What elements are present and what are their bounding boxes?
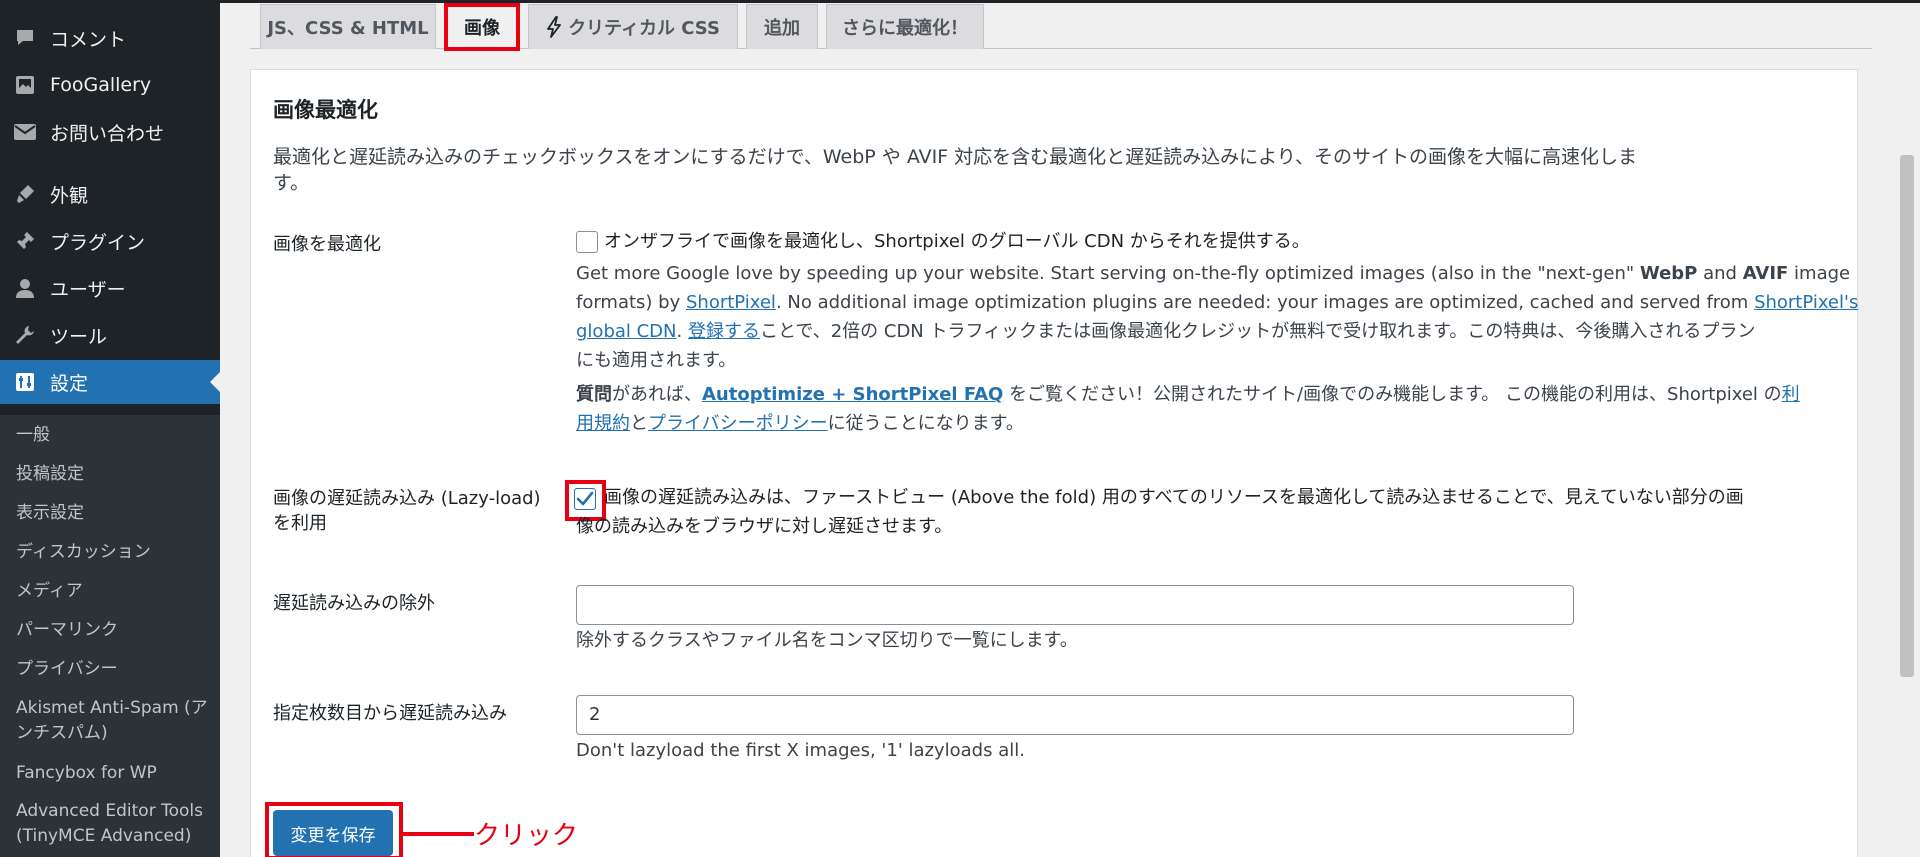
submenu-item[interactable]: Akismet Anti-Spam (アンチスパム)	[16, 696, 212, 746]
submenu-item[interactable]: メディア	[16, 579, 212, 604]
tab-extra[interactable]: 追加	[746, 4, 818, 49]
terms-link[interactable]: 利	[1782, 384, 1800, 405]
section-description-line1: 最適化と遅延読み込みのチェックボックスをオンにするだけで、WebP や AVIF…	[273, 146, 1638, 168]
lazyload-description-line2: 像の読み込みをブラウザに対し遅延させます。	[576, 516, 953, 537]
lightning-icon	[546, 16, 562, 38]
lazyload-from-nth-label: 指定枚数目から遅延読み込み	[273, 703, 507, 724]
tab-critical-css[interactable]: クリティカル CSS	[528, 4, 738, 49]
lazyload-label-line1: 画像の遅延読み込み (Lazy-load)	[273, 488, 541, 509]
annotation-click-label: クリック	[474, 821, 579, 851]
tab-label: 追加	[764, 18, 800, 39]
menu-label: 設定	[50, 372, 89, 395]
shortpixel-cdn-link[interactable]: ShortPixel's	[1754, 292, 1858, 313]
menu-label: ツール	[50, 325, 108, 348]
tab-label: さらに最適化！	[842, 18, 968, 39]
page-scrollbar[interactable]	[1900, 155, 1914, 677]
gallery-icon	[0, 74, 50, 96]
comment-icon	[0, 27, 50, 49]
tab-label: クリティカル CSS	[568, 18, 720, 39]
lazyload-from-nth-help: Don't lazyload the first X images, '1' l…	[576, 740, 1025, 761]
tab-optimize-more[interactable]: さらに最適化！	[826, 4, 984, 49]
lazyload-exclude-label: 遅延読み込みの除外	[273, 593, 435, 614]
terms-link[interactable]: 用規約	[576, 413, 630, 434]
shortpixel-link[interactable]: ShortPixel	[686, 292, 776, 313]
optimize-images-checkbox[interactable]	[576, 231, 598, 253]
save-changes-button[interactable]: 変更を保存	[273, 810, 393, 856]
brush-icon	[0, 183, 50, 205]
menu-label: 外観	[50, 184, 89, 207]
menu-label: ユーザー	[50, 278, 126, 301]
optimize-info-line1: Get more Google love by speeding up your…	[576, 263, 1851, 284]
section-title: 画像最適化	[273, 98, 378, 122]
settings-submenu: 一般 投稿設定 表示設定 ディスカッション メディア パーマリンク プライバシー…	[0, 415, 220, 857]
settings-icon	[0, 371, 50, 393]
faq-info-line2: 用規約とプライバシーポリシーに従うことになります。	[576, 413, 1024, 434]
faq-link[interactable]: Autoptimize + ShortPixel FAQ	[702, 384, 1003, 405]
menu-label: コメント	[50, 28, 127, 51]
menu-appearance[interactable]: 外観	[0, 172, 220, 216]
lazyload-checkbox[interactable]	[574, 488, 596, 510]
submenu-item[interactable]: プライバシー	[16, 657, 212, 682]
menu-label: FooGallery	[50, 74, 152, 96]
user-icon	[0, 277, 50, 299]
menu-settings[interactable]: 設定	[0, 360, 220, 404]
menu-foogallery[interactable]: FooGallery	[0, 63, 220, 107]
admin-sidebar: コメント FooGallery お問い合わせ 外観 プラグイン ユーザー ツール…	[0, 0, 220, 857]
tab-label: JS、CSS & HTML	[267, 18, 429, 39]
menu-tools[interactable]: ツール	[0, 313, 220, 357]
optimize-info-line4: にも適用されます。	[576, 350, 737, 371]
optimize-info-line2: formats) by ShortPixel. No additional im…	[576, 292, 1859, 313]
submenu-item[interactable]: Advanced Editor Tools (TinyMCE Advanced)	[16, 799, 212, 849]
tab-js-css-html[interactable]: JS、CSS & HTML	[260, 4, 436, 49]
optimize-images-checkbox-label: オンザフライで画像を最適化し、Shortpixel のグローバル CDN からそ…	[604, 231, 1310, 252]
global-cdn-link[interactable]: global CDN	[576, 321, 677, 342]
lazyload-from-nth-input[interactable]: 2	[576, 695, 1574, 735]
wrench-icon	[0, 324, 50, 346]
submenu-item[interactable]: Fancybox for WP	[16, 761, 212, 786]
submenu-item[interactable]: 表示設定	[16, 501, 212, 526]
lazyload-exclude-help: 除外するクラスやファイル名をコンマ区切りで一覧にします。	[576, 630, 1078, 651]
register-link[interactable]: 登録する	[688, 321, 760, 342]
menu-label: お問い合わせ	[50, 122, 165, 145]
lazyload-label-line2: を利用	[273, 513, 327, 534]
lazyload-exclude-input[interactable]	[576, 585, 1574, 625]
menu-plugins[interactable]: プラグイン	[0, 219, 220, 263]
submenu-item[interactable]: パーマリンク	[16, 618, 212, 643]
menu-label: プラグイン	[50, 231, 146, 254]
optimize-info-line3: global CDN. 登録することで、2倍の CDN トラフィックまたは画像最…	[576, 321, 1756, 342]
section-description-line2: す。	[273, 172, 310, 194]
submenu-item[interactable]: 投稿設定	[16, 462, 212, 487]
annotation-arrow-line	[400, 832, 474, 836]
submenu-item[interactable]: ディスカッション	[16, 540, 212, 565]
menu-comments[interactable]: コメント	[0, 16, 220, 60]
menu-users[interactable]: ユーザー	[0, 266, 220, 310]
privacy-policy-link[interactable]: プライバシーポリシー	[648, 413, 828, 434]
optimize-images-label: 画像を最適化	[273, 234, 381, 255]
lazyload-description-line1: 画像の遅延読み込みは、ファーストビュー (Above the fold) 用のす…	[604, 487, 1744, 508]
checkmark-icon	[576, 491, 594, 506]
submenu-item[interactable]: 一般	[16, 423, 212, 448]
settings-panel	[250, 69, 1858, 857]
mail-icon	[0, 122, 50, 142]
faq-info-line1: 質問があれば、Autoptimize + ShortPixel FAQ をご覧く…	[576, 384, 1800, 405]
menu-contact[interactable]: お問い合わせ	[0, 110, 220, 154]
plugin-icon	[0, 230, 50, 252]
tab-highlight-box	[444, 3, 520, 51]
